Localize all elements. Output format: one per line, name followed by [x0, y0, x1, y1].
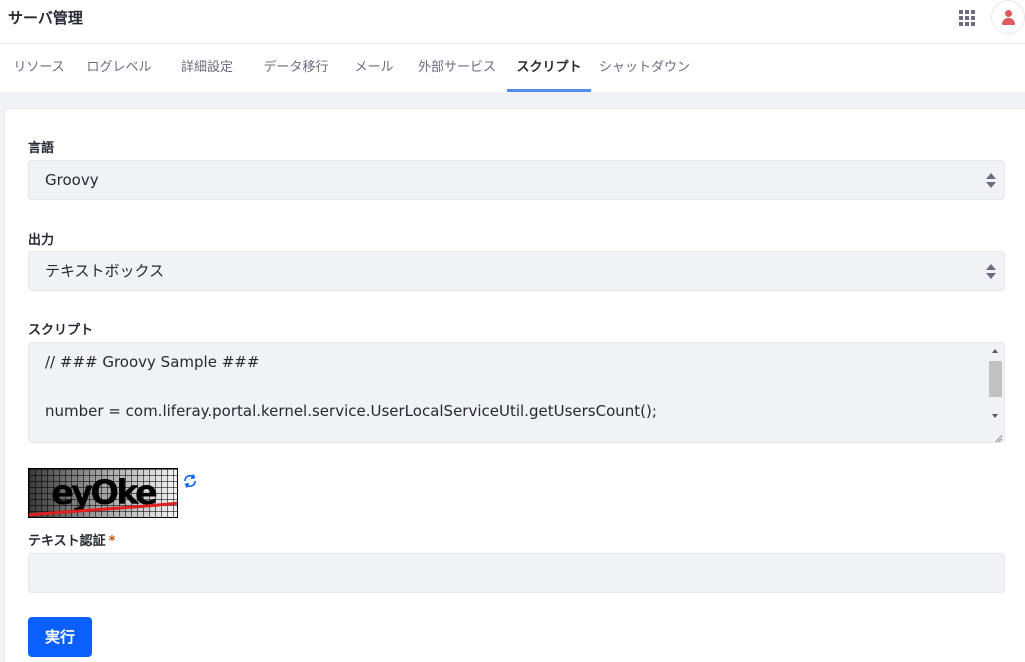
text-verification-label-text: テキスト認証: [28, 534, 106, 549]
execute-button[interactable]: 実行: [28, 617, 92, 657]
text-verification-input[interactable]: [28, 553, 1005, 593]
user-avatar-button[interactable]: [991, 0, 1025, 34]
language-label: 言語: [28, 141, 55, 156]
script-textarea[interactable]: // ### Groovy Sample ### number = com.li…: [28, 342, 1005, 443]
textarea-scrollbar[interactable]: [987, 343, 1004, 428]
text-verification-label: テキスト認証 *: [28, 530, 115, 549]
captcha-noise-stroke: [29, 501, 177, 517]
page-title: サーバ管理: [8, 9, 83, 27]
language-select[interactable]: Groovy: [28, 160, 1005, 200]
tab-script[interactable]: スクリプト: [507, 44, 591, 92]
apps-grid-icon[interactable]: [957, 8, 975, 26]
script-line: // ### Groovy Sample ###: [45, 353, 260, 371]
script-label: スクリプト: [28, 323, 94, 338]
tab-properties[interactable]: 詳細設定: [167, 44, 247, 92]
select-arrows-icon: [986, 173, 996, 189]
language-select-value: Groovy: [45, 171, 99, 189]
output-label: 出力: [28, 233, 55, 248]
scroll-up-icon[interactable]: [992, 349, 998, 353]
top-bar: サーバ管理: [0, 0, 1025, 44]
resize-grip-icon[interactable]: [989, 429, 1003, 442]
navigation-tabs: リソース ログレベル 詳細設定 データ移行 メール 外部サービス スクリプト シ…: [0, 44, 1025, 92]
scrollbar-thumb[interactable]: [989, 361, 1002, 397]
select-arrows-icon: [986, 264, 996, 280]
script-line: number = com.liferay.portal.kernel.servi…: [45, 402, 657, 420]
tab-log-levels[interactable]: ログレベル: [79, 44, 159, 92]
user-icon-head: [1005, 10, 1012, 17]
output-select[interactable]: テキストボックス: [28, 251, 1005, 291]
tab-shutdown[interactable]: シャットダウン: [599, 44, 690, 92]
tab-data-migration[interactable]: データ移行: [255, 44, 337, 92]
output-select-value: テキストボックス: [45, 262, 165, 280]
required-mark: *: [108, 534, 116, 549]
tab-external-services[interactable]: 外部サービス: [411, 44, 503, 92]
tab-resources[interactable]: リソース: [7, 44, 71, 92]
captcha-image: eyOke: [28, 468, 178, 518]
scroll-down-icon[interactable]: [992, 414, 998, 418]
user-icon-body: [1002, 18, 1015, 25]
refresh-icon[interactable]: [181, 472, 199, 490]
tab-mail[interactable]: メール: [345, 44, 403, 92]
